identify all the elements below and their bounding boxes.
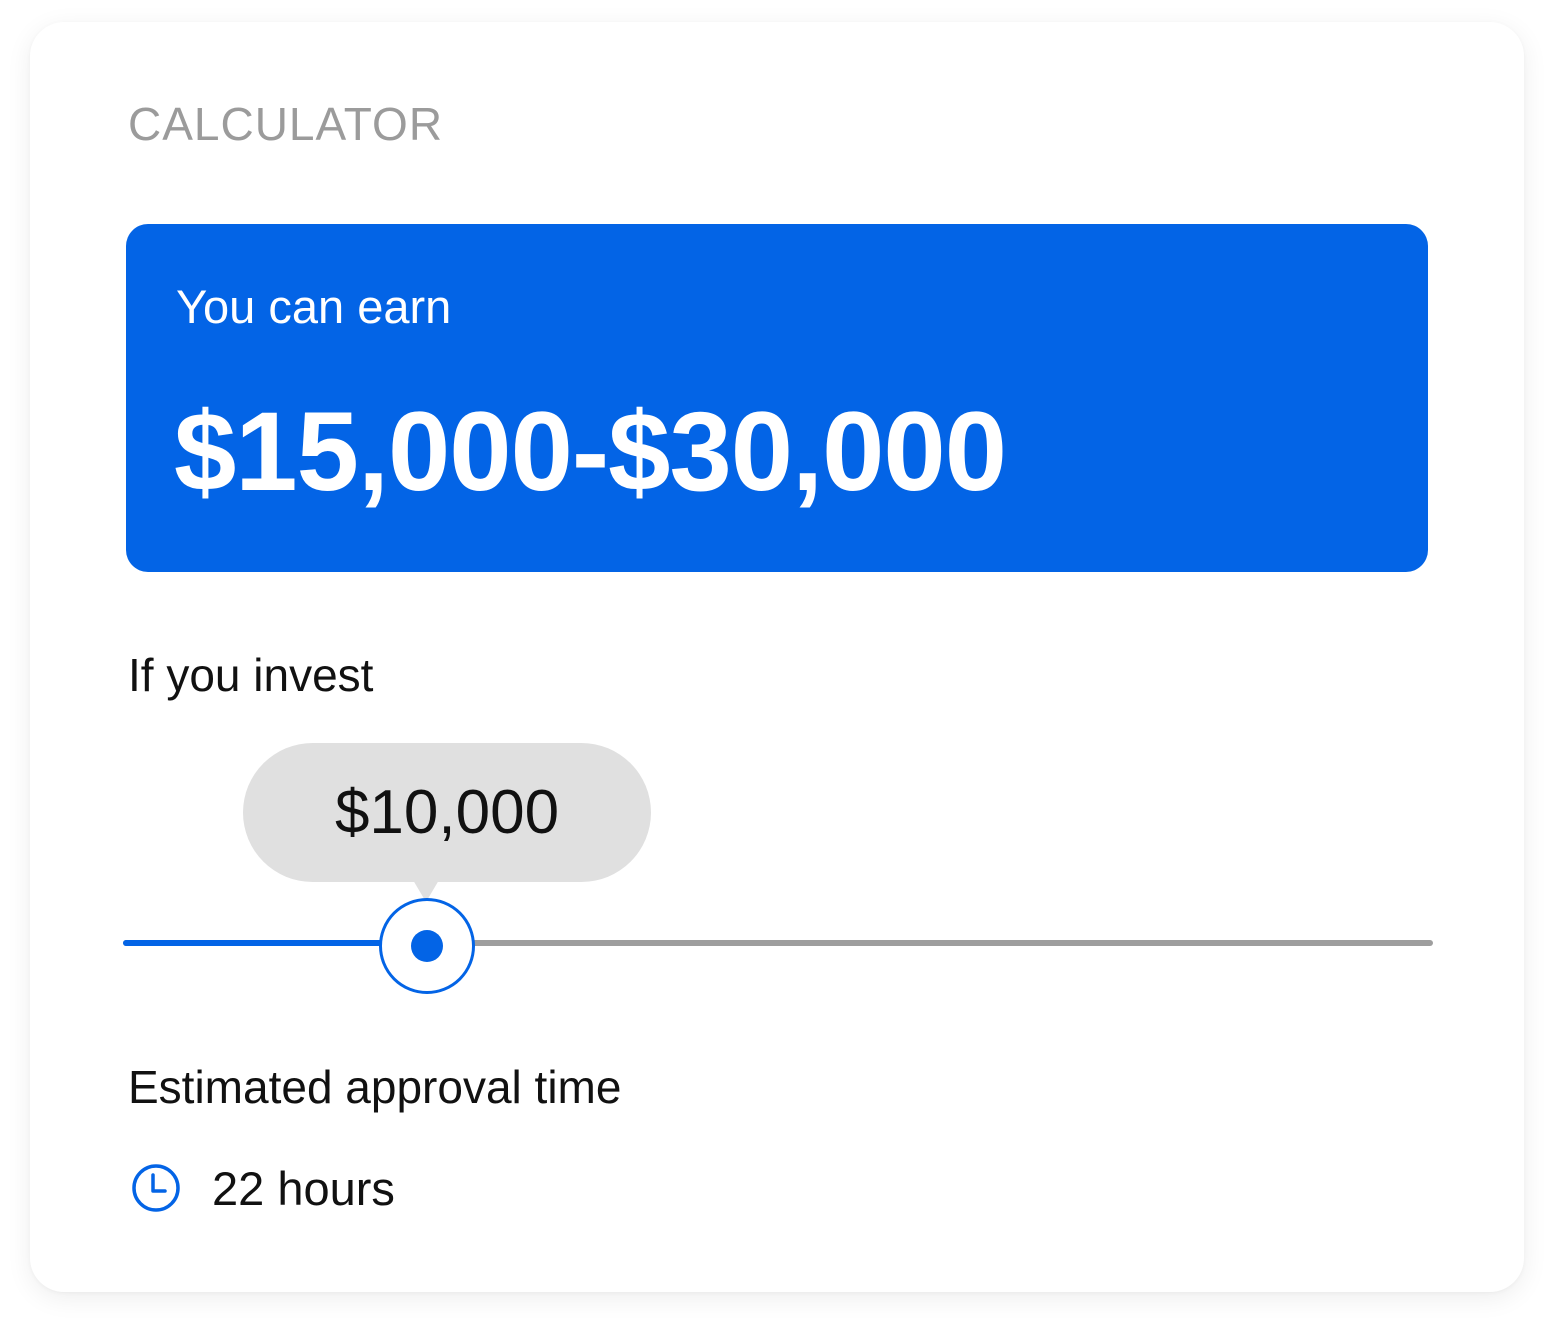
invest-slider[interactable] bbox=[123, 896, 1433, 996]
invest-amount-value: $10,000 bbox=[334, 777, 560, 847]
approval-time-value: 22 hours bbox=[212, 1162, 395, 1215]
clock-icon bbox=[132, 1164, 180, 1212]
approval-time-label: Estimated approval time bbox=[128, 1061, 622, 1113]
invest-label: If you invest bbox=[128, 649, 374, 701]
earnings-panel: You can earn $15,000-$30,000 bbox=[126, 224, 1428, 572]
invest-amount-tooltip: $10,000 bbox=[243, 743, 651, 882]
slider-thumb[interactable] bbox=[379, 898, 475, 994]
earnings-value: $15,000-$30,000 bbox=[174, 389, 1007, 514]
calculator-heading: CALCULATOR bbox=[128, 98, 444, 150]
slider-thumb-dot bbox=[411, 930, 443, 962]
earnings-label: You can earn bbox=[176, 280, 452, 333]
slider-track[interactable] bbox=[123, 940, 1433, 946]
